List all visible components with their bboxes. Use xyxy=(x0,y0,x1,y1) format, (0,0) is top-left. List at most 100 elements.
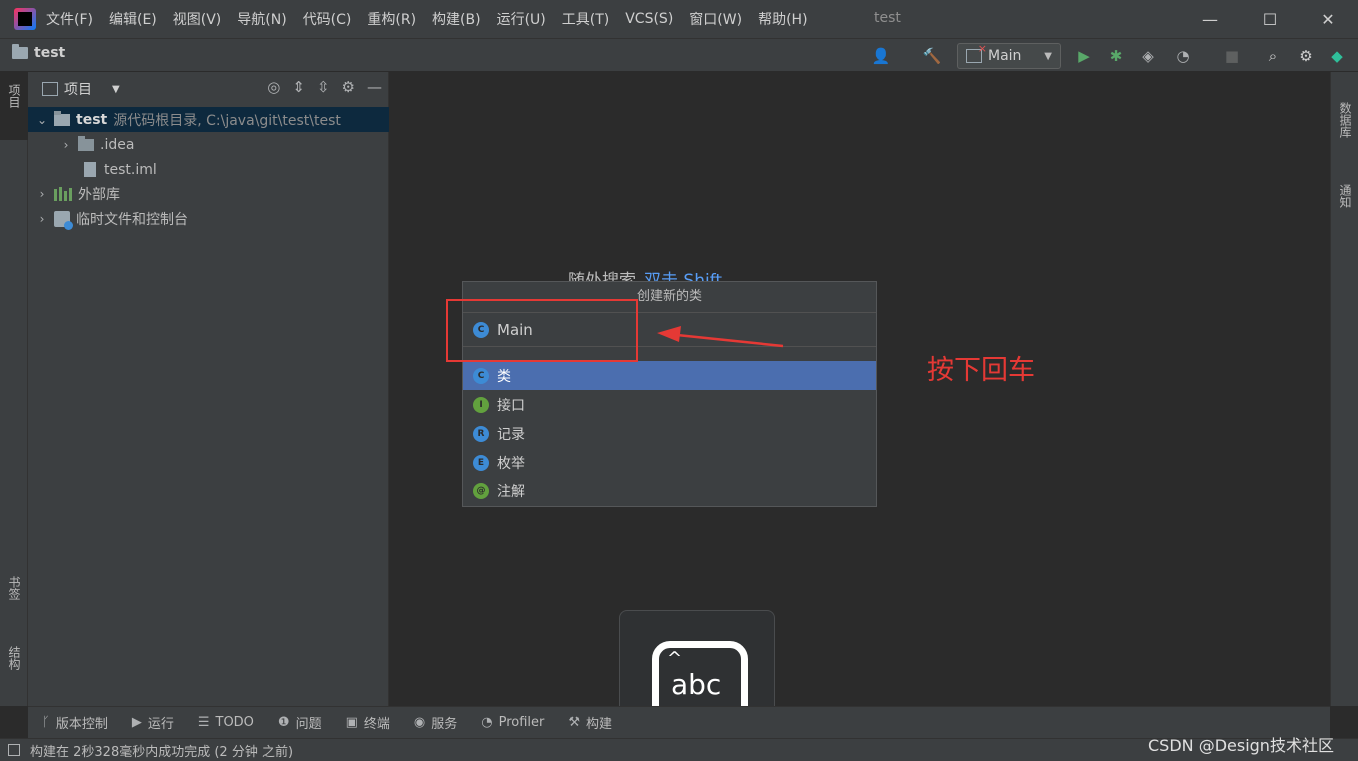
options-gear-icon[interactable]: ⚙ xyxy=(342,78,355,96)
scratches-icon xyxy=(54,210,73,230)
status-message[interactable]: 构建在 2秒328毫秒内成功完成 (2 分钟 之前) xyxy=(30,741,293,760)
menu-help[interactable]: 帮助(H) xyxy=(758,9,807,29)
minimize-button[interactable]: — xyxy=(1180,0,1240,38)
profile-icon[interactable]: ◔ xyxy=(1172,45,1194,67)
chevron-down-icon[interactable]: ▼ xyxy=(112,84,120,95)
collapse-all-icon[interactable]: ⇳ xyxy=(317,78,330,96)
tree-item-label: .idea xyxy=(100,136,135,153)
expand-all-icon[interactable]: ⇕ xyxy=(292,78,305,96)
project-name: test xyxy=(34,45,66,61)
tool-label: 构建 xyxy=(586,717,613,732)
option-enum[interactable]: E 枚举 xyxy=(463,448,876,477)
tool-run[interactable]: ▶ 运行 xyxy=(132,713,174,732)
tool-profiler[interactable]: ◔ Profiler xyxy=(481,715,544,730)
highlight-box xyxy=(446,299,638,362)
option-class[interactable]: C 类 xyxy=(463,361,876,390)
tool-terminal[interactable]: ▣ 终端 xyxy=(346,713,390,732)
tool-label: TODO xyxy=(215,715,254,730)
annotation-text: 按下回车 xyxy=(927,355,1035,386)
watermark: CSDN @Design技术社区 xyxy=(1148,736,1334,755)
run-config-icon xyxy=(966,42,987,63)
menu-edit[interactable]: 编辑(E) xyxy=(109,9,157,29)
tool-build[interactable]: ⚒ 构建 xyxy=(568,713,612,732)
option-record[interactable]: R 记录 xyxy=(463,419,876,448)
build-hammer-icon[interactable]: 🔨 xyxy=(921,45,943,67)
tool-label: 运行 xyxy=(147,717,174,732)
project-view-icon xyxy=(42,82,58,96)
option-label: 接口 xyxy=(497,397,525,414)
bottom-tool-bar: ᚴ 版本控制 ▶ 运行 ☰ TODO ❶ 问题 ▣ 终端 ◉ 服务 ◔ Profiler ⚒ 构… xyxy=(28,706,1330,738)
project-tool-tab[interactable]: 项目 xyxy=(0,72,28,140)
stop-icon[interactable]: ■ xyxy=(1221,45,1243,67)
breadcrumb[interactable]: test xyxy=(12,44,66,61)
tree-item-test-iml[interactable]: test.iml xyxy=(28,157,389,182)
option-label: 记录 xyxy=(497,426,525,443)
left-tool-stripe: 项目 书签 结构 xyxy=(0,72,28,706)
menu-navigate[interactable]: 导航(N) xyxy=(237,9,286,29)
run-icon: ▶ xyxy=(131,715,142,730)
debug-icon[interactable]: ✱ xyxy=(1105,45,1127,67)
tool-label: 终端 xyxy=(363,717,390,732)
option-label: 枚举 xyxy=(497,455,525,472)
project-panel-title[interactable]: 项目 xyxy=(64,79,92,99)
close-window-button[interactable]: ✕ xyxy=(1298,0,1358,38)
chevron-down-icon[interactable]: ⌄ xyxy=(36,113,48,127)
menu-code[interactable]: 代码(C) xyxy=(303,9,352,29)
chevron-right-icon[interactable]: › xyxy=(60,138,72,152)
tree-item-idea[interactable]: › .idea xyxy=(28,132,389,157)
menu-build[interactable]: 构建(B) xyxy=(432,9,481,29)
database-tool-tab[interactable]: 数据库 xyxy=(1337,102,1354,138)
tool-version-control[interactable]: ᚴ 版本控制 xyxy=(42,713,108,732)
project-folder-icon xyxy=(12,44,28,59)
annotation-arrow-icon xyxy=(657,326,784,348)
file-icon xyxy=(84,162,96,177)
project-panel: 项目 ▼ ◎ ⇕ ⇳ ⚙ — ⌄ test 源代码根目录, C:\java\gi… xyxy=(28,72,389,706)
tool-label: Profiler xyxy=(498,715,545,730)
menu-refactor[interactable]: 重构(R) xyxy=(367,9,416,29)
run-config-label: Main xyxy=(988,48,1022,64)
maximize-button[interactable]: ☐ xyxy=(1240,0,1300,38)
tool-services[interactable]: ◉ 服务 xyxy=(414,713,457,732)
account-icon[interactable]: 👤 xyxy=(870,45,892,67)
chevron-right-icon[interactable]: › xyxy=(36,212,48,226)
tree-item-scratches[interactable]: › 临时文件和控制台 xyxy=(28,206,389,231)
tool-todo[interactable]: ☰ TODO xyxy=(198,715,254,730)
option-annotation[interactable]: @ 注解 xyxy=(463,476,876,505)
run-icon[interactable]: ▶ xyxy=(1073,45,1095,67)
option-label: 注解 xyxy=(497,483,525,500)
menu-vcs[interactable]: VCS(S) xyxy=(625,11,673,27)
toggle-tool-windows-icon[interactable] xyxy=(8,744,20,756)
search-icon[interactable]: ⌕ xyxy=(1262,45,1284,67)
tool-problems[interactable]: ❶ 问题 xyxy=(278,713,322,732)
option-label: 类 xyxy=(497,368,511,385)
keyboard-label: abc xyxy=(671,668,722,701)
settings-gear-icon[interactable]: ⚙ xyxy=(1295,45,1317,67)
title-bar: 文件(F) 编辑(E) 视图(V) 导航(N) 代码(C) 重构(R) 构建(B… xyxy=(0,0,1358,38)
menu-tools[interactable]: 工具(T) xyxy=(562,9,609,29)
option-interface[interactable]: I 接口 xyxy=(463,390,876,419)
tree-item-external-libraries[interactable]: › 外部库 xyxy=(28,181,389,206)
menu-view[interactable]: 视图(V) xyxy=(173,9,222,29)
project-tool-label: 项目 xyxy=(7,84,21,108)
menu-file[interactable]: 文件(F) xyxy=(46,9,93,29)
locate-icon[interactable]: ◎ xyxy=(267,78,280,96)
list-icon: ☰ xyxy=(197,715,210,730)
jetbrains-ai-icon[interactable]: ◆ xyxy=(1326,45,1348,67)
chevron-down-icon: ▼ xyxy=(1044,50,1052,62)
profiler-icon: ◔ xyxy=(481,715,493,730)
tree-item-test-root[interactable]: ⌄ test 源代码根目录, C:\java\git\test\test xyxy=(28,107,389,132)
run-configuration-select[interactable]: Main ▼ xyxy=(957,42,1061,69)
structure-tool-tab[interactable]: 结构 xyxy=(6,646,23,670)
build-hammer-icon: ⚒ xyxy=(568,715,581,730)
services-icon: ◉ xyxy=(413,715,426,730)
record-icon: R xyxy=(473,425,489,442)
notifications-tool-tab[interactable]: 通知 xyxy=(1337,184,1354,208)
chevron-right-icon[interactable]: › xyxy=(36,187,48,201)
menu-window[interactable]: 窗口(W) xyxy=(689,9,742,29)
menu-run[interactable]: 运行(U) xyxy=(497,9,546,29)
tool-label: 版本控制 xyxy=(55,717,108,732)
coverage-icon[interactable]: ◈ xyxy=(1137,45,1159,67)
hide-panel-icon[interactable]: — xyxy=(367,78,382,96)
bookmarks-tool-tab[interactable]: 书签 xyxy=(6,576,23,600)
intellij-logo-icon[interactable] xyxy=(14,8,36,30)
